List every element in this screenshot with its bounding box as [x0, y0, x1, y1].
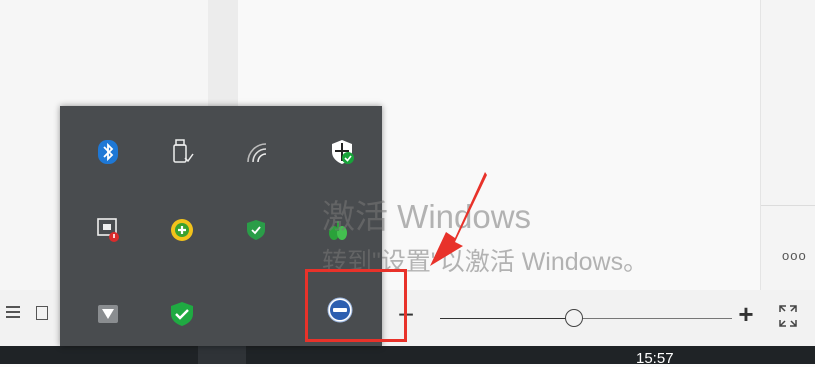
- zoom-slider-track[interactable]: [440, 318, 732, 319]
- usb-drive-icon[interactable]: [162, 132, 202, 172]
- wifi-icon[interactable]: [236, 132, 276, 172]
- bluetooth-icon[interactable]: [88, 132, 128, 172]
- screen-record-icon[interactable]: [88, 210, 128, 250]
- windows-security-icon[interactable]: [322, 132, 362, 172]
- message-app-icon[interactable]: [88, 294, 128, 334]
- zoom-in-button[interactable]: +: [736, 301, 756, 327]
- security-plus-icon[interactable]: [162, 210, 202, 250]
- taskbar-app-button[interactable]: [198, 346, 246, 364]
- right-panel-divider: [761, 205, 815, 206]
- page-view-icon[interactable]: [36, 306, 48, 320]
- more-options-button[interactable]: ooo: [782, 248, 807, 263]
- list-view-icon[interactable]: [6, 306, 20, 318]
- fullscreen-icon[interactable]: [778, 304, 798, 328]
- right-panel: [761, 0, 815, 290]
- zoom-slider-fill: [440, 318, 575, 319]
- activation-watermark-title: 激活 Windows: [322, 198, 532, 235]
- taskbar-clock[interactable]: 15:57: [636, 350, 674, 367]
- shield-check-icon[interactable]: [236, 210, 276, 250]
- check-shield-icon[interactable]: [162, 294, 202, 334]
- highlight-box: [305, 269, 407, 342]
- taskbar: [0, 346, 815, 364]
